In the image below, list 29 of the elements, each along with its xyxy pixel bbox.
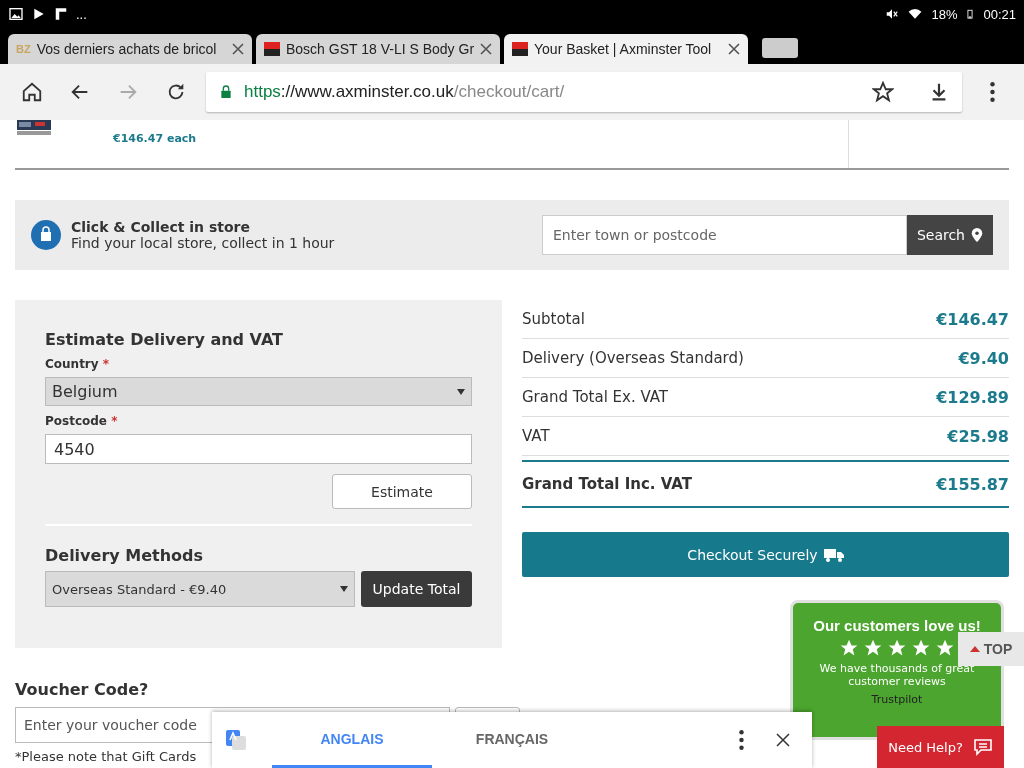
more-notifications: ... [76,6,87,22]
estimate-title: Estimate Delivery and VAT [45,330,284,349]
clock: 00:21 [983,6,1016,22]
voucher-title: Voucher Code? [15,680,149,699]
total-label: Delivery (Overseas Standard) [522,349,744,367]
total-value: €9.40 [958,348,1009,368]
tab-title: Your Basket | Axminster Tool [534,41,713,57]
total-label: VAT [522,427,550,445]
total-label: Grand Total Inc. VAT [522,475,692,493]
trustpilot-title: Our customers love us! [812,617,982,634]
total-label: Grand Total Ex. VAT [522,388,669,406]
tab-title: Bosch GST 18 V-LI S Body Gr [286,41,474,57]
total-label: Subtotal [522,310,585,328]
site-logo: BZ [16,43,31,55]
trustpilot-brand: Trustpilot [871,693,923,706]
unit-price: €146.47 each [113,132,197,147]
total-value: €25.98 [947,426,1009,446]
postcode-label: Postcode * [45,414,119,428]
delivery-methods-title: Delivery Methods [45,546,205,565]
country-label: Country * [45,357,111,371]
total-value: €155.87 [936,474,1009,494]
click-collect-title: Click & Collect in store [71,219,251,235]
total-value: €146.47 [936,309,1009,329]
total-value: €129.89 [936,387,1009,407]
battery-level: 18% [931,6,958,22]
click-collect-subtitle: Find your local store, collect in 1 hour [71,235,336,251]
url-text: https://www.axminster.co.uk/checkout/cart/ [244,82,566,102]
tab-title: Vos derniers achats de bricol [36,41,218,57]
gift-card-note: *Please note that Gift Cards [15,749,197,764]
